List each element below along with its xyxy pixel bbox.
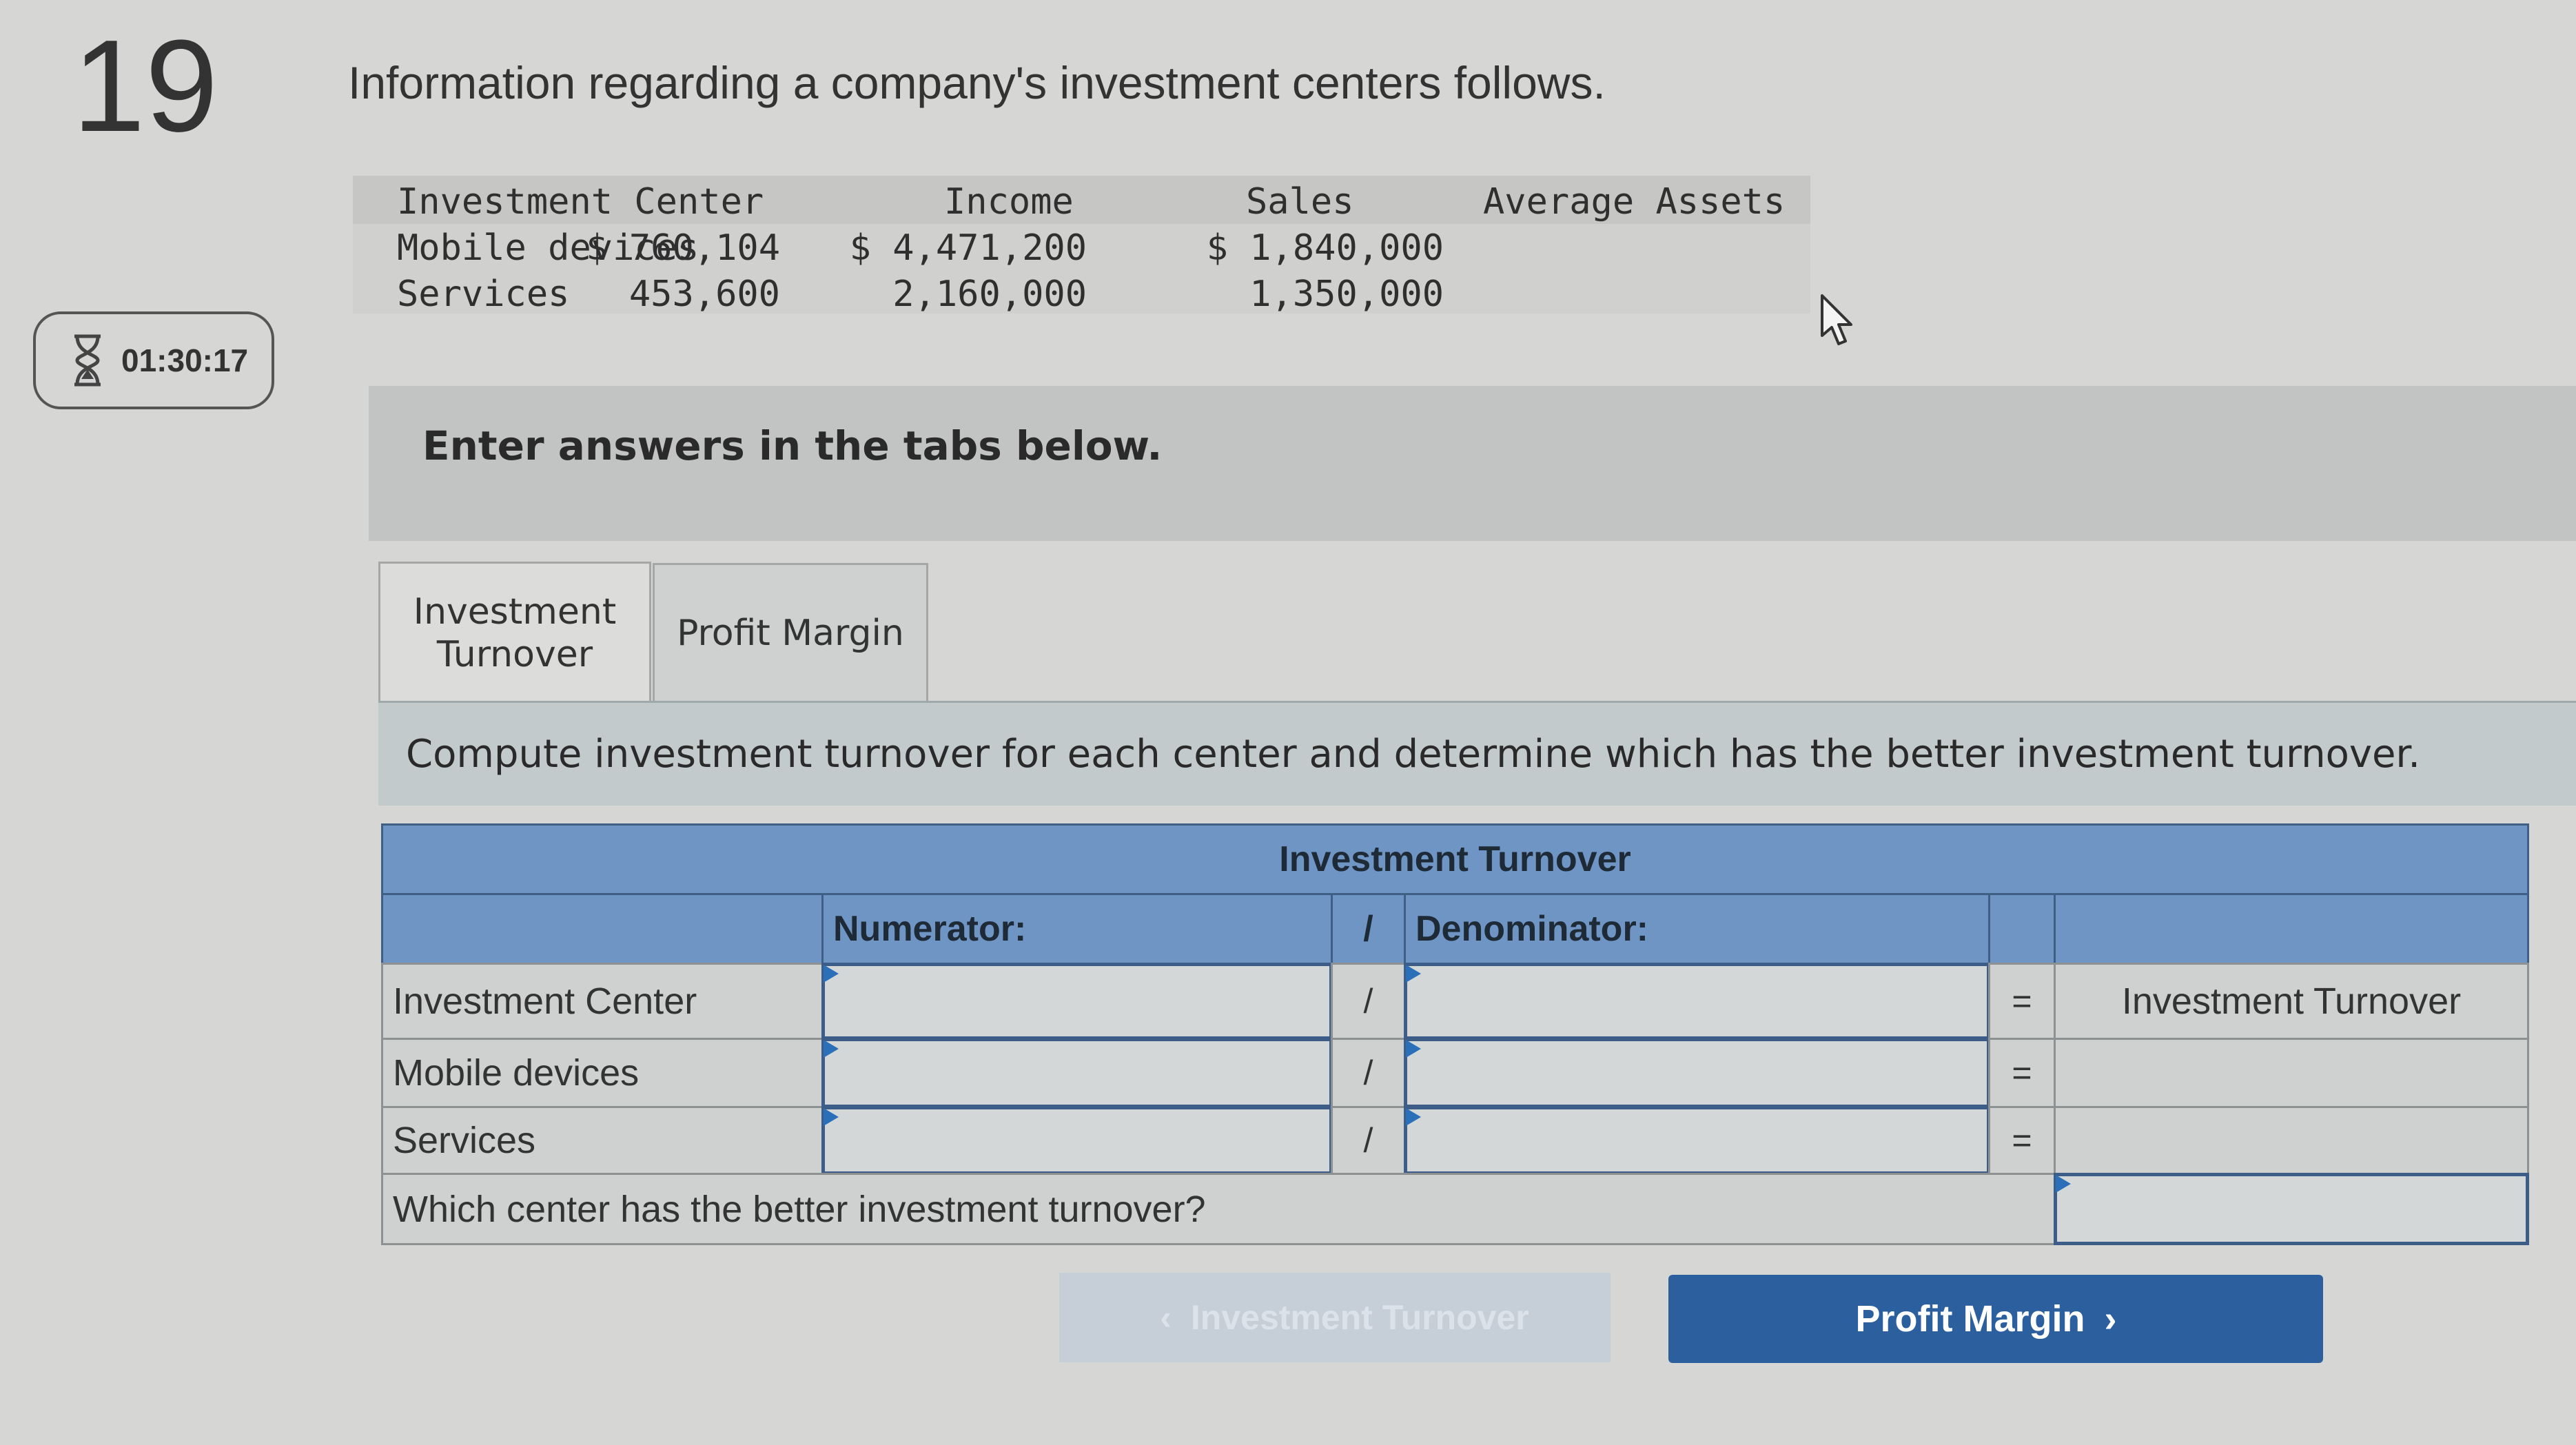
slash-symbol: /	[1331, 963, 1406, 1040]
denominator-header: Denominator:	[1404, 893, 1990, 965]
better-center-answer-input[interactable]	[2054, 1173, 2529, 1245]
denominator-input-services[interactable]	[1404, 1106, 1990, 1175]
result-header-blank	[2054, 893, 2529, 965]
slash-symbol: /	[1331, 1038, 1406, 1108]
given-cell-assets: $ 1,840,000	[1206, 227, 1444, 269]
numerator-input-services[interactable]	[821, 1106, 1333, 1175]
timer-value: 01:30:17	[121, 342, 249, 378]
question-number: 19	[72, 13, 218, 159]
slash-header: /	[1331, 893, 1406, 965]
given-cell-income: 453,600	[628, 274, 780, 315]
numerator-input-mobile[interactable]	[821, 1038, 1333, 1108]
next-tab-label: Profit Margin	[1855, 1298, 2085, 1340]
given-data-table: Investment Center Income Sales Average A…	[353, 176, 1810, 315]
equals-header-blank	[1988, 893, 2056, 965]
previous-tab-label: Investment Turnover	[1190, 1298, 1529, 1337]
answer-instructions-title: Enter answers in the tabs below.	[422, 422, 1163, 469]
row-label-header: Investment Center	[381, 963, 824, 1040]
given-cell-assets: 1,350,000	[1249, 274, 1444, 315]
grid-title: Investment Turnover	[381, 823, 2529, 895]
result-services	[2054, 1106, 2529, 1175]
slash-symbol: /	[1331, 1106, 1406, 1175]
answer-grid: Investment Turnover Numerator: / Denomin…	[381, 823, 2529, 1245]
given-header-assets: Average Assets	[1483, 181, 1786, 223]
row-label-services: Services	[381, 1106, 824, 1175]
instruction-text: Compute investment turnover for each cen…	[406, 732, 2421, 777]
grid-header-blank	[381, 893, 824, 965]
row-label-mobile: Mobile devices	[381, 1038, 824, 1108]
tab-investment-turnover[interactable]: Investment Turnover	[378, 562, 651, 703]
equals-symbol: =	[1988, 1038, 2056, 1108]
tab-profit-margin[interactable]: Profit Margin	[653, 563, 928, 701]
given-row-label: Services	[397, 274, 570, 315]
given-cell-sales: 2,160,000	[892, 274, 1087, 315]
equals-symbol: =	[1988, 1106, 2056, 1175]
previous-tab-button[interactable]: ‹ Investment Turnover	[1059, 1273, 1611, 1362]
hourglass-icon	[74, 334, 101, 387]
given-header-income: Income	[944, 181, 1074, 223]
numerator-input-header[interactable]	[821, 963, 1333, 1040]
chevron-left-icon: ‹	[1160, 1298, 1172, 1337]
denominator-input-header[interactable]	[1404, 963, 1990, 1040]
answer-instructions-box: Enter answers in the tabs below.	[369, 386, 2576, 541]
instruction-banner: Compute investment turnover for each cen…	[378, 701, 2576, 806]
given-cell-sales: $ 4,471,200	[849, 227, 1087, 269]
given-header-center: Investment Center	[397, 181, 764, 223]
given-cell-income: $ 760,104	[586, 227, 780, 269]
next-tab-button[interactable]: Profit Margin ›	[1668, 1275, 2323, 1363]
mouse-pointer-icon	[1821, 294, 1852, 345]
timer[interactable]: 01:30:17	[33, 311, 274, 409]
result-mobile	[2054, 1038, 2529, 1108]
equals-symbol: =	[1988, 963, 2056, 1040]
chevron-right-icon: ›	[2104, 1298, 2117, 1340]
result-header-label: Investment Turnover	[2054, 963, 2529, 1040]
given-header-sales: Sales	[1246, 181, 1354, 223]
question-text: Information regarding a company's invest…	[348, 57, 1606, 108]
numerator-header: Numerator:	[821, 893, 1333, 965]
denominator-input-mobile[interactable]	[1404, 1038, 1990, 1108]
better-center-question: Which center has the better investment t…	[381, 1173, 2056, 1245]
